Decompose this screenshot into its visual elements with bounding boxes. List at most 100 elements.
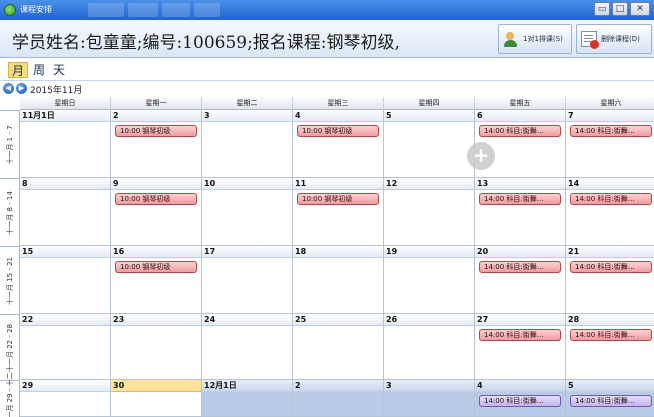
day-number: 17 bbox=[202, 246, 292, 258]
day-cell[interactable]: 4 10:00 钢琴初级 bbox=[293, 110, 384, 178]
calendar-event[interactable]: 14:00 科目:街舞… bbox=[479, 261, 561, 273]
day-number: 21 bbox=[566, 246, 654, 258]
day-cell[interactable]: 22 bbox=[20, 314, 111, 380]
day-number: 12 bbox=[384, 178, 474, 190]
calendar-event[interactable]: 10:00 钢琴初级 bbox=[115, 261, 197, 273]
tab-week[interactable]: 周 bbox=[30, 62, 48, 78]
day-number: 14 bbox=[566, 178, 654, 190]
person-icon bbox=[503, 31, 519, 47]
day-cell[interactable]: 23 bbox=[111, 314, 202, 380]
student-header: 学员姓名:包童童;编号:100659;报名课程:钢琴初级, 1对1排课(S) 删… bbox=[0, 20, 654, 58]
day-number: 24 bbox=[202, 314, 292, 326]
calendar-event[interactable]: 14:00 科目:街舞… bbox=[479, 395, 561, 407]
calendar-event[interactable]: 14:00 科目:街舞… bbox=[570, 395, 652, 407]
calendar-event[interactable]: 14:00 科目:街舞… bbox=[479, 193, 561, 205]
day-cell[interactable]: 15 bbox=[20, 246, 111, 314]
day-number: 4 bbox=[475, 380, 565, 392]
day-cell[interactable]: 25 bbox=[293, 314, 384, 380]
day-number: 4 bbox=[293, 110, 383, 122]
calendar-event[interactable]: 10:00 钢琴初级 bbox=[115, 193, 197, 205]
prev-month-button[interactable]: ◀ bbox=[3, 83, 14, 94]
maximize-button[interactable]: □ bbox=[612, 2, 628, 16]
week-range-text: 十一月 22 - 28 bbox=[5, 323, 14, 372]
day-cell[interactable]: 12月1日 bbox=[202, 380, 293, 417]
day-cell[interactable]: 21 14:00 科目:街舞… bbox=[566, 246, 654, 314]
day-cell[interactable]: 26 bbox=[384, 314, 475, 380]
day-number: 5 bbox=[566, 380, 654, 392]
tab-month[interactable]: 月 bbox=[8, 62, 29, 78]
month-calendar: 星期日 星期一 星期二 星期三 星期四 星期五 星期六 十一月 1 - 7 十一月 8 - 1… bbox=[0, 97, 654, 417]
day-cell[interactable]: 3 bbox=[202, 110, 293, 178]
day-cell[interactable]: 5 bbox=[384, 110, 475, 178]
day-number: 16 bbox=[111, 246, 201, 258]
calendar-event[interactable]: 14:00 科目:街舞… bbox=[570, 193, 652, 205]
student-info: 学员姓名:包童童;编号:100659;报名课程:钢琴初级, bbox=[12, 33, 400, 53]
add-event-button[interactable]: + bbox=[467, 142, 495, 170]
calendar-event[interactable]: 14:00 科目:街舞… bbox=[570, 261, 652, 273]
calendar-event[interactable]: 14:00 科目:街舞… bbox=[479, 329, 561, 341]
day-number: 13 bbox=[475, 178, 565, 190]
week-range-label: 十一月 1 - 7 bbox=[0, 110, 20, 178]
delete-button-label: 删除课程(D) bbox=[601, 35, 640, 43]
day-cell[interactable]: 13 14:00 科目:街舞… bbox=[475, 178, 566, 246]
view-tabs: 月 周 天 bbox=[0, 59, 654, 81]
day-cell[interactable]: 18 bbox=[293, 246, 384, 314]
day-cell[interactable]: 30 bbox=[111, 380, 202, 417]
calendar-event[interactable]: 10:00 钢琴初级 bbox=[115, 125, 197, 137]
calendar-event[interactable]: 10:00 钢琴初级 bbox=[297, 193, 379, 205]
week-range-text: 十一月 29 - 十二 bbox=[5, 372, 14, 417]
day-cell[interactable]: 27 14:00 科目:街舞… bbox=[475, 314, 566, 380]
day-cell[interactable]: 2 bbox=[293, 380, 384, 417]
weekday-header: 星期四 bbox=[384, 97, 475, 110]
day-cell[interactable]: 12 bbox=[384, 178, 475, 246]
day-number: 12月1日 bbox=[202, 380, 292, 392]
week-range-label: 十一月 29 - 十二 bbox=[0, 372, 20, 417]
month-navigation: ◀ ▶ 2015年11月 bbox=[0, 81, 654, 97]
delete-course-button[interactable]: 删除课程(D) bbox=[576, 24, 652, 54]
day-cell[interactable]: 29 bbox=[20, 380, 111, 417]
day-number: 25 bbox=[293, 314, 383, 326]
day-cell[interactable]: 16 10:00 钢琴初级 bbox=[111, 246, 202, 314]
blurred-tab-strip bbox=[88, 3, 220, 17]
day-number: 26 bbox=[384, 314, 474, 326]
one-on-one-schedule-button[interactable]: 1对1排课(S) bbox=[498, 24, 572, 54]
day-number: 19 bbox=[384, 246, 474, 258]
day-cell[interactable]: 17 bbox=[202, 246, 293, 314]
day-cell[interactable]: 19 bbox=[384, 246, 475, 314]
day-number: 15 bbox=[20, 246, 110, 258]
close-button[interactable]: ✕ bbox=[630, 2, 650, 16]
day-cell[interactable]: 14 14:00 科目:街舞… bbox=[566, 178, 654, 246]
day-cell[interactable]: 11月1日 bbox=[20, 110, 111, 178]
week-label-column: 十一月 1 - 7 十一月 8 - 14 十一月 15 - 21 十一月 22 - 2… bbox=[0, 110, 20, 417]
day-number: 20 bbox=[475, 246, 565, 258]
day-number: 9 bbox=[111, 178, 201, 190]
day-cell[interactable]: 9 10:00 钢琴初级 bbox=[111, 178, 202, 246]
next-month-button[interactable]: ▶ bbox=[16, 83, 27, 94]
day-cell[interactable]: 7 14:00 科目:街舞… bbox=[566, 110, 654, 178]
day-cell[interactable]: 3 bbox=[384, 380, 475, 417]
day-number: 7 bbox=[566, 110, 654, 122]
day-number: 11 bbox=[293, 178, 383, 190]
calendar-event[interactable]: 14:00 科目:街舞… bbox=[479, 125, 561, 137]
tab-day[interactable]: 天 bbox=[50, 62, 68, 78]
calendar-event[interactable]: 14:00 科目:街舞… bbox=[570, 329, 652, 341]
day-cell[interactable]: 4 14:00 科目:街舞… bbox=[475, 380, 566, 417]
day-cell[interactable]: 20 14:00 科目:街舞… bbox=[475, 246, 566, 314]
app-icon bbox=[4, 4, 16, 16]
day-cell[interactable]: 28 14:00 科目:街舞… bbox=[566, 314, 654, 380]
day-cell[interactable]: 11 10:00 钢琴初级 bbox=[293, 178, 384, 246]
day-number: 28 bbox=[566, 314, 654, 326]
calendar-event[interactable]: 14:00 科目:街舞… bbox=[570, 125, 652, 137]
day-number: 3 bbox=[384, 380, 474, 392]
day-cell[interactable]: 2 10:00 钢琴初级 bbox=[111, 110, 202, 178]
week-range-text: 十一月 8 - 14 bbox=[5, 190, 14, 235]
calendar-event[interactable]: 10:00 钢琴初级 bbox=[297, 125, 379, 137]
week-range-text: 十一月 1 - 7 bbox=[5, 124, 14, 165]
day-cell[interactable]: 24 bbox=[202, 314, 293, 380]
day-cell[interactable]: 5 14:00 科目:街舞… bbox=[566, 380, 654, 417]
minimize-button[interactable]: ▭ bbox=[594, 2, 610, 16]
day-cell[interactable]: 10 bbox=[202, 178, 293, 246]
weekday-header-row: 星期日 星期一 星期二 星期三 星期四 星期五 星期六 bbox=[20, 97, 654, 110]
week-range-label: 十一月 8 - 14 bbox=[0, 178, 20, 246]
day-cell[interactable]: 8 bbox=[20, 178, 111, 246]
